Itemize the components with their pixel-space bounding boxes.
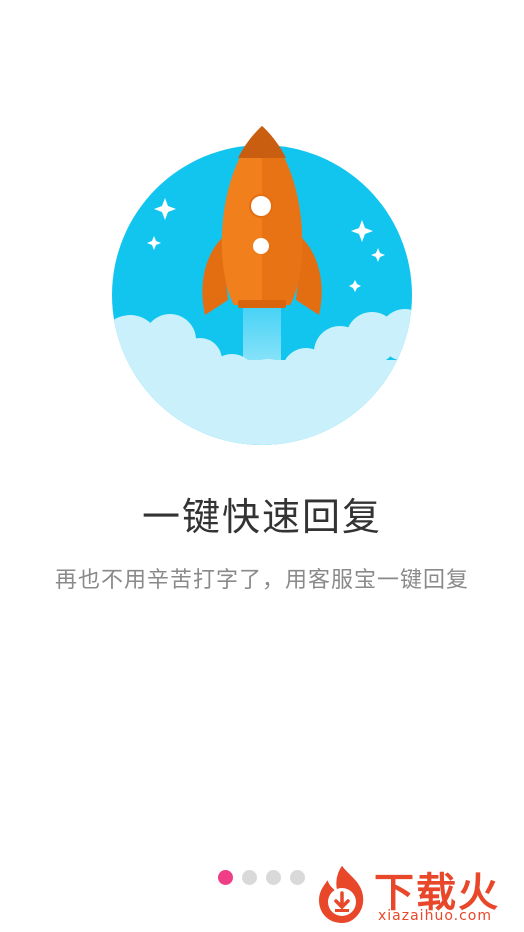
page-title: 一键快速回复 [141, 495, 382, 539]
watermark-url: xiazaihuo.com [378, 908, 492, 924]
page-dot-3[interactable] [266, 870, 281, 885]
page-dot-2[interactable] [242, 870, 257, 885]
onboarding-screen: 一键快速回复 再也不用辛苦打字了，用客服宝一键回复 下载火 xiazaihuo.… [0, 0, 524, 932]
rocket-illustration [112, 126, 412, 445]
page-subtitle: 再也不用辛苦打字了，用客服宝一键回复 [54, 568, 469, 593]
page-dot-4[interactable] [290, 870, 305, 885]
page-dot-1[interactable] [218, 870, 233, 885]
page-indicator [218, 870, 305, 885]
watermark: 下载火 xiazaihuo.com [308, 860, 520, 928]
flame-logo-icon [316, 862, 366, 926]
